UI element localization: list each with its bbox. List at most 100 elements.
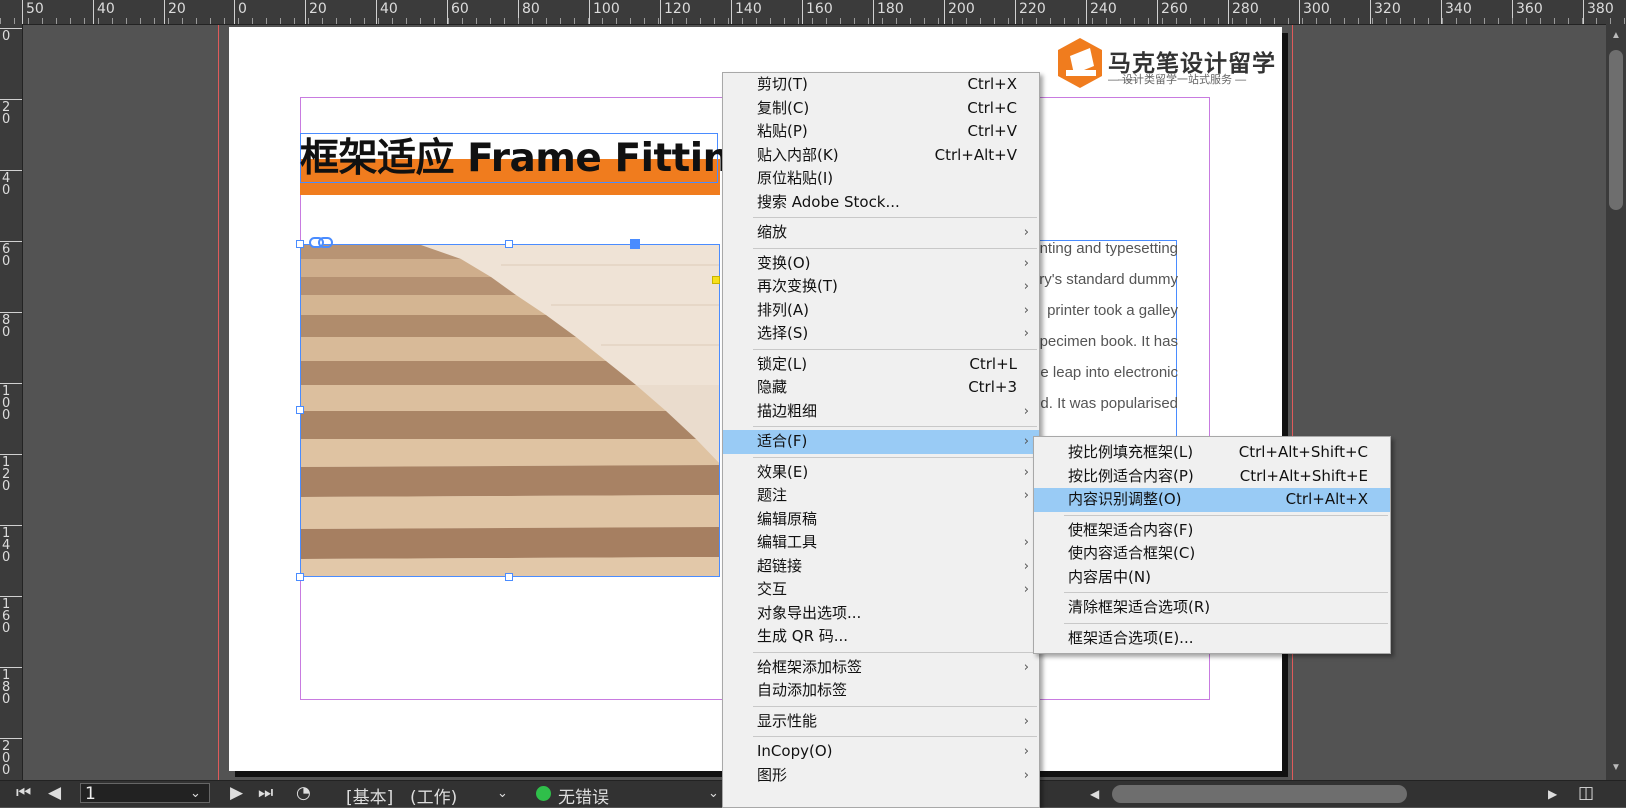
resize-handle-tl[interactable] bbox=[296, 240, 304, 248]
menu-item-display-performance[interactable]: 显示性能 › bbox=[723, 710, 1039, 734]
scroll-down-arrow-icon[interactable]: ▼ bbox=[1610, 762, 1622, 774]
ruler-minor-tick bbox=[1456, 18, 1457, 24]
preflight-status[interactable]: 无错误 bbox=[558, 783, 609, 808]
menu-item-zoom[interactable]: 缩放 › bbox=[723, 221, 1039, 245]
menu-item-edit-original[interactable]: 编辑原稿 bbox=[723, 508, 1039, 532]
page-title[interactable]: 框架适应 Frame Fitting bbox=[300, 127, 758, 183]
resize-handle-ml[interactable] bbox=[296, 406, 304, 414]
menu-item-transform-again[interactable]: 再次变换(T) › bbox=[723, 275, 1039, 299]
ruler-minor-tick bbox=[1036, 18, 1037, 24]
next-page-icon[interactable]: ▶ bbox=[230, 783, 243, 803]
menu-item-interactive[interactable]: 交互 › bbox=[723, 578, 1039, 602]
menu-item-label: 生成 QR 码... bbox=[757, 627, 849, 645]
menu-item-search-adobe-stock[interactable]: 搜索 Adobe Stock... bbox=[723, 191, 1039, 215]
menu-item-paste-into[interactable]: 贴入内部(K) Ctrl+Alt+V bbox=[723, 144, 1039, 168]
resize-handle-bl[interactable] bbox=[296, 573, 304, 581]
scroll-right-arrow-icon[interactable]: ▶ bbox=[1548, 787, 1557, 801]
ruler-minor-tick bbox=[476, 18, 477, 24]
submenu-item-content-aware-fit[interactable]: 内容识别调整(O) Ctrl+Alt+X bbox=[1034, 488, 1390, 512]
submenu-item-fit-frame-to-content[interactable]: 使框架适合内容(F) bbox=[1034, 519, 1390, 543]
last-page-icon[interactable]: ⏭ bbox=[258, 783, 273, 803]
submenu-arrow-icon: › bbox=[1023, 279, 1029, 294]
previous-page-icon[interactable]: ◀ bbox=[48, 783, 61, 803]
submenu-item-clear-frame-fitting[interactable]: 清除框架适合选项(R) bbox=[1034, 596, 1390, 620]
menu-item-hide[interactable]: 隐藏 Ctrl+3 bbox=[723, 376, 1039, 400]
master-page-label[interactable]: [基本] bbox=[346, 783, 393, 808]
ruler-minor-tick bbox=[1022, 18, 1023, 24]
menu-item-label: 清除框架适合选项(R) bbox=[1068, 598, 1211, 616]
preflight-status-icon bbox=[536, 786, 551, 801]
ruler-minor-tick bbox=[700, 18, 701, 24]
working-mode-label[interactable]: (工作) bbox=[410, 783, 457, 808]
menu-item-select[interactable]: 选择(S) › bbox=[723, 322, 1039, 346]
menu-item-paste-in-place[interactable]: 原位粘贴(I) bbox=[723, 167, 1039, 191]
horizontal-scroll-thumb[interactable] bbox=[1112, 785, 1407, 803]
menu-item-stroke-weight[interactable]: 描边粗细 › bbox=[723, 400, 1039, 424]
ruler-minor-tick bbox=[616, 18, 617, 24]
split-window-icon[interactable]: ◫ bbox=[1578, 783, 1594, 803]
ruler-minor-tick bbox=[518, 18, 519, 24]
menu-item-object-export-options[interactable]: 对象导出选项... bbox=[723, 602, 1039, 626]
menu-item-edit-with[interactable]: 编辑工具 › bbox=[723, 531, 1039, 555]
vertical-ruler[interactable]: 0 20 40 60 80 100 120 140 160 180 200 bbox=[0, 24, 23, 780]
menu-item-captions[interactable]: 题注 › bbox=[723, 484, 1039, 508]
ruler-tick-label: 80 bbox=[2, 313, 11, 340]
submenu-item-fit-content-proportionally[interactable]: 按比例适合内容(P) Ctrl+Alt+Shift+E bbox=[1034, 465, 1390, 489]
submenu-arrow-icon: › bbox=[1023, 225, 1029, 240]
menu-item-tag-frame[interactable]: 给框架添加标签 › bbox=[723, 656, 1039, 680]
submenu-item-fill-frame-proportionally[interactable]: 按比例填充框架(L) Ctrl+Alt+Shift+C bbox=[1034, 441, 1390, 465]
body-line: nting and typesetting bbox=[1039, 240, 1178, 257]
resize-handle-tm[interactable] bbox=[505, 240, 513, 248]
live-corner-handle[interactable] bbox=[712, 276, 720, 284]
vertical-scrollbar[interactable]: ▲ ▼ bbox=[1606, 24, 1626, 780]
content-grabber-handle[interactable] bbox=[630, 239, 640, 249]
menu-item-shortcut: Ctrl+X bbox=[967, 75, 1017, 93]
submenu-item-fit-content-to-frame[interactable]: 使内容适合框架(C) bbox=[1034, 542, 1390, 566]
mode-dropdown-chevron-icon[interactable]: ⌄ bbox=[497, 786, 508, 801]
scroll-up-arrow-icon[interactable]: ▲ bbox=[1610, 30, 1622, 42]
ruler-minor-tick bbox=[952, 18, 953, 24]
menu-item-copy[interactable]: 复制(C) Ctrl+C bbox=[723, 97, 1039, 121]
menu-item-arrange[interactable]: 排列(A) › bbox=[723, 299, 1039, 323]
ruler-minor-tick bbox=[924, 18, 925, 24]
menu-item-effects[interactable]: 效果(E) › bbox=[723, 461, 1039, 485]
ruler-tick-label: 160 bbox=[806, 1, 833, 17]
ruler-minor-tick bbox=[1554, 18, 1555, 24]
ruler-minor-tick bbox=[910, 18, 911, 24]
ruler-minor-tick bbox=[364, 18, 365, 24]
page-dropdown-chevron-icon[interactable]: ⌄ bbox=[190, 786, 201, 801]
menu-item-fitting[interactable]: 适合(F) › bbox=[723, 430, 1039, 454]
menu-item-transform[interactable]: 变换(O) › bbox=[723, 252, 1039, 276]
menu-item-cut[interactable]: 剪切(T) Ctrl+X bbox=[723, 73, 1039, 97]
body-text[interactable]: nting and typesetting ry's standard dumm… bbox=[1032, 240, 1178, 438]
menu-item-label: InCopy(O) bbox=[757, 742, 833, 760]
ruler-minor-tick bbox=[1078, 18, 1079, 24]
ruler-minor-tick bbox=[966, 18, 967, 24]
image-frame[interactable] bbox=[300, 244, 720, 577]
menu-item-generate-qr-code[interactable]: 生成 QR 码... bbox=[723, 625, 1039, 649]
menu-item-label: 内容识别调整(O) bbox=[1068, 490, 1182, 508]
ruler-minor-tick bbox=[1218, 18, 1219, 24]
menu-item-lock[interactable]: 锁定(L) Ctrl+L bbox=[723, 353, 1039, 377]
menu-item-graphics[interactable]: 图形 › bbox=[723, 764, 1039, 788]
ruler-minor-tick bbox=[448, 18, 449, 24]
submenu-item-frame-fitting-options[interactable]: 框架适合选项(E)... bbox=[1034, 627, 1390, 651]
scroll-left-arrow-icon[interactable]: ◀ bbox=[1090, 787, 1099, 801]
submenu-item-center-content[interactable]: 内容居中(N) bbox=[1034, 566, 1390, 590]
resize-handle-bm[interactable] bbox=[505, 573, 513, 581]
master-page-icon[interactable]: ◔ bbox=[296, 783, 311, 803]
menu-item-autotag[interactable]: 自动添加标签 bbox=[723, 679, 1039, 703]
menu-item-paste[interactable]: 粘贴(P) Ctrl+V bbox=[723, 120, 1039, 144]
first-page-icon[interactable]: ⏮ bbox=[16, 783, 31, 803]
menu-item-label: 缩放 bbox=[757, 223, 788, 241]
vertical-scroll-thumb[interactable] bbox=[1609, 50, 1623, 210]
link-icon[interactable] bbox=[309, 236, 333, 249]
menu-item-label: 按比例适合内容(P) bbox=[1068, 466, 1194, 485]
preflight-dropdown-chevron-icon[interactable]: ⌄ bbox=[708, 786, 719, 801]
ruler-tick-label: 200 bbox=[948, 1, 975, 17]
menu-item-hyperlinks[interactable]: 超链接 › bbox=[723, 555, 1039, 579]
menu-item-incopy[interactable]: InCopy(O) › bbox=[723, 740, 1039, 764]
ruler-minor-tick bbox=[868, 18, 869, 24]
horizontal-ruler[interactable]: 50 40 20 0 20 40 60 80 100 120 140 160 180 200 220 240 2… bbox=[0, 0, 1626, 25]
ruler-tick: 180 bbox=[0, 667, 22, 706]
